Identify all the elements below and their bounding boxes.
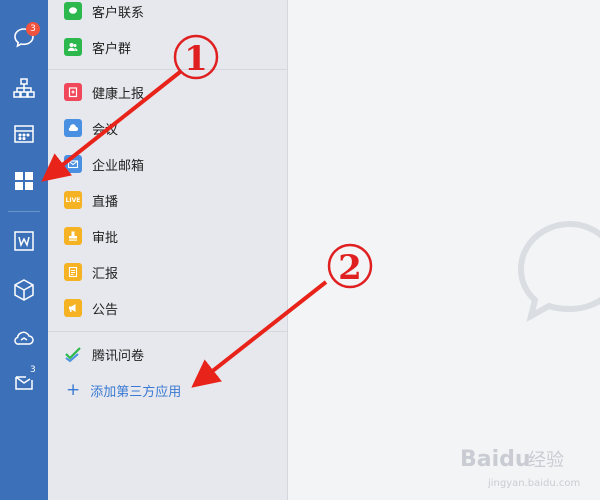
group-divider (48, 331, 288, 332)
nav-workbench[interactable] (0, 161, 48, 201)
group-icon (64, 38, 82, 56)
nav-cube[interactable] (0, 270, 48, 310)
left-nav-rail: 3 3 (0, 0, 48, 500)
wechat-icon (64, 2, 82, 20)
app-list-panel: 客户联系 客户群 健康上报 会议 企业邮箱 LIVE 直播 审批 汇报 公告 腾… (48, 0, 288, 500)
nav-contacts[interactable] (0, 68, 48, 108)
envelope-icon (64, 155, 82, 173)
add-third-party-app-button[interactable]: + 添加第三方应用 (48, 372, 288, 408)
megaphone-icon (64, 299, 82, 317)
cube-icon (14, 279, 34, 301)
add-app-label: 添加第三方应用 (90, 384, 182, 400)
live-icon-text: LIVE (65, 196, 81, 204)
group-divider (48, 69, 288, 70)
document-icon (64, 263, 82, 281)
rail-divider (8, 211, 40, 212)
app-label: 腾讯问卷 (92, 348, 145, 364)
app-item-customer-group[interactable]: 客户群 (48, 29, 288, 65)
cloud-meeting-icon (64, 119, 82, 137)
app-item-report[interactable]: 汇报 (48, 254, 288, 290)
app-label: 直播 (92, 194, 119, 210)
app-item-announcement[interactable]: 公告 (48, 290, 288, 326)
nav-cloud[interactable] (0, 318, 48, 358)
app-item-tencent-survey[interactable]: 腾讯问卷 (48, 336, 288, 372)
messages-badge: 3 (26, 22, 40, 36)
grid-apps-icon (15, 172, 33, 190)
nav-messages[interactable]: 3 (0, 18, 48, 58)
placeholder-chat-icon (517, 220, 600, 322)
check-survey-icon (64, 345, 82, 363)
document-w-icon (14, 231, 34, 251)
stamp-icon (64, 227, 82, 245)
nav-docs[interactable] (0, 221, 48, 261)
app-label: 健康上报 (92, 86, 145, 102)
plus-icon: + (66, 379, 81, 400)
app-item-live[interactable]: LIVE 直播 (48, 182, 288, 218)
app-item-approval[interactable]: 审批 (48, 218, 288, 254)
report-icon (64, 83, 82, 101)
app-label: 公告 (92, 302, 119, 318)
app-label: 审批 (92, 230, 119, 246)
mail-badge: 3 (30, 365, 36, 375)
app-label: 会议 (92, 122, 119, 138)
app-label: 客户群 (92, 41, 132, 57)
calendar-icon (14, 125, 34, 143)
app-label: 客户联系 (92, 5, 145, 21)
app-label: 汇报 (92, 266, 119, 282)
org-chart-icon (13, 78, 35, 98)
nav-mail[interactable]: 3 (0, 362, 48, 402)
app-item-health-report[interactable]: 健康上报 (48, 74, 288, 110)
app-item-enterprise-mail[interactable]: 企业邮箱 (48, 146, 288, 182)
app-label: 企业邮箱 (92, 158, 145, 174)
main-content-area (289, 0, 600, 500)
cloud-icon (14, 331, 34, 345)
nav-calendar[interactable] (0, 114, 48, 154)
app-item-customer-contact[interactable]: 客户联系 (48, 0, 288, 29)
live-icon: LIVE (64, 191, 82, 209)
app-item-meeting[interactable]: 会议 (48, 110, 288, 146)
